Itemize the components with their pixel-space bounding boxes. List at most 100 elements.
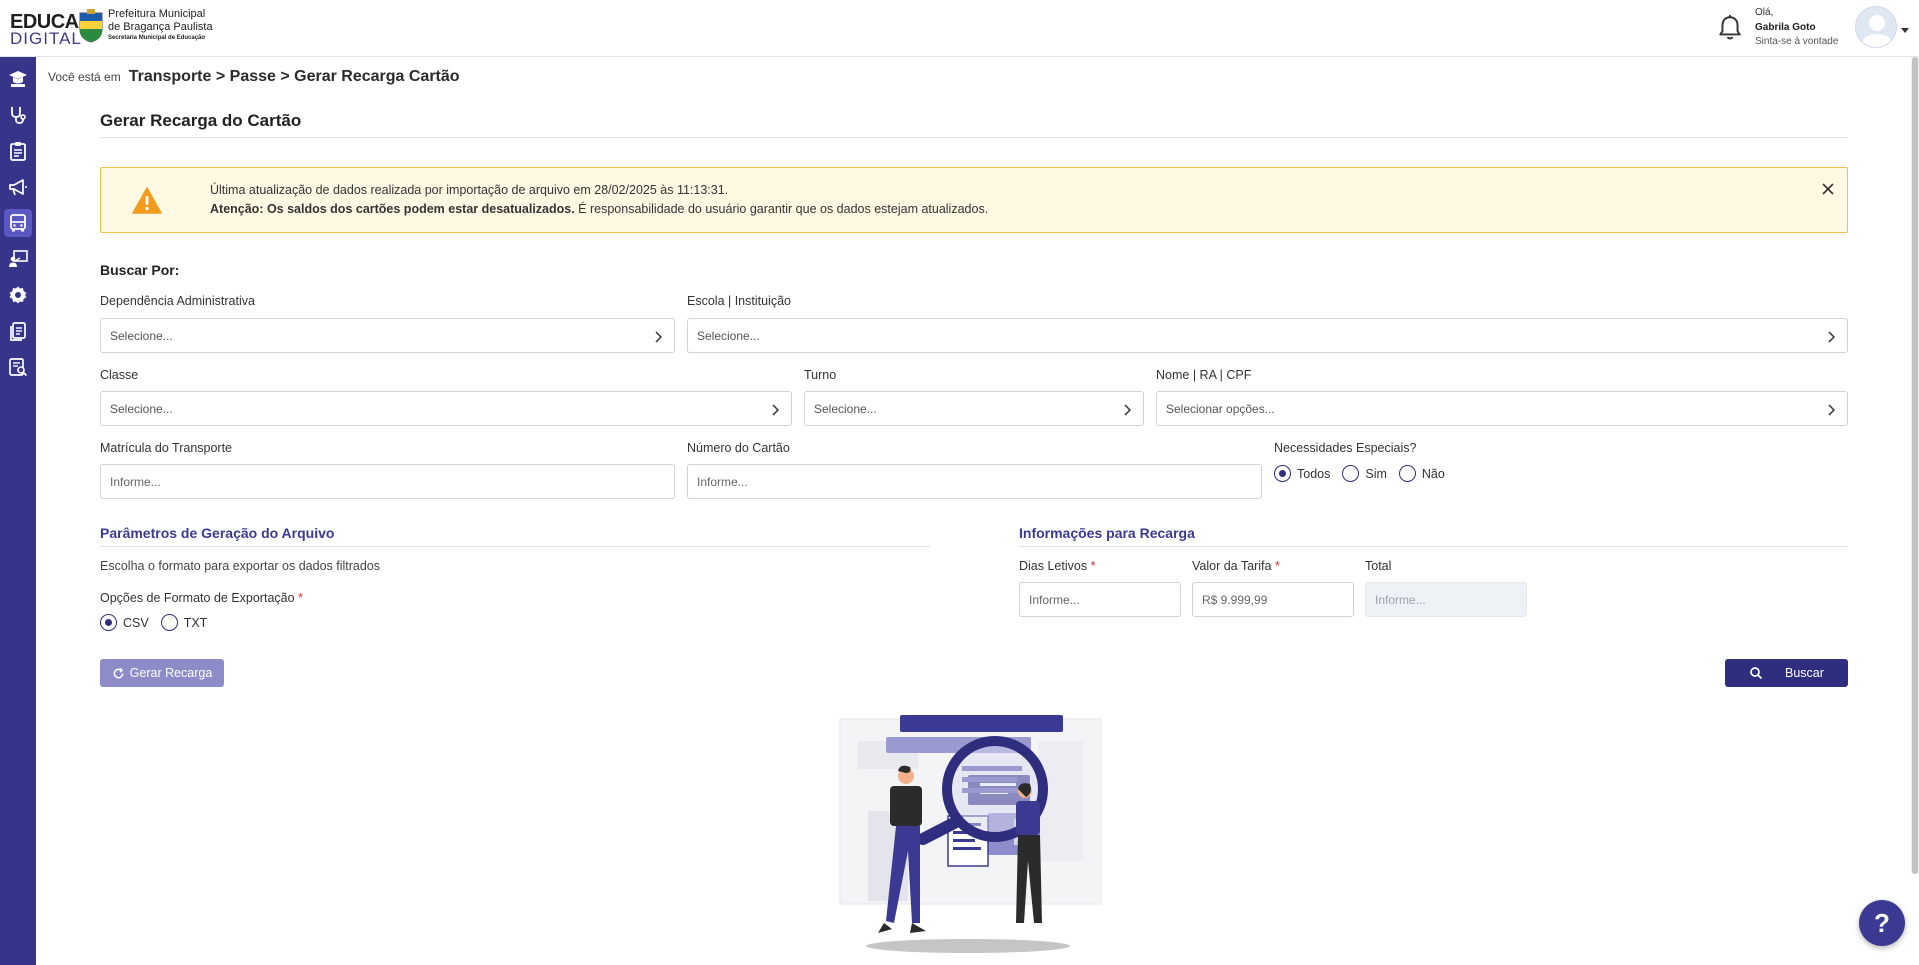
radio-empty-icon [1342,465,1360,482]
report-search-icon[interactable] [4,353,32,381]
chevron-right-icon [1828,404,1835,416]
bell-icon[interactable] [1717,14,1743,42]
update-alert: Última atualização de dados realizada po… [100,167,1848,233]
refresh-icon [113,667,124,678]
page-scrollbar[interactable] [1911,57,1919,874]
necessidades-nao-radio[interactable]: Não [1398,465,1445,482]
nome-placeholder: Selecionar opções... [1166,402,1275,416]
recarga-title: Informações para Recarga [1019,525,1195,541]
radio-selected-icon [100,614,117,631]
radio-label: Sim [1365,466,1387,481]
settings-icon[interactable] [4,281,32,309]
stethoscope-icon[interactable] [4,101,32,129]
search-heading: Buscar Por: [100,262,180,278]
radio-label: Todos [1297,466,1331,481]
format-label: Opções de Formato de Exportação * [100,591,303,605]
radio-label: TXT [183,615,208,630]
crest-icon [79,9,103,43]
required-mark: * [1090,559,1096,573]
breadcrumb-prefix: Você está em [48,70,121,84]
necessidades-label: Necessidades Especiais? [1274,441,1417,455]
classe-label: Classe [100,368,139,382]
help-label: ? [1874,907,1890,938]
escola-label: Escola | Instituição [687,294,791,308]
documents-icon[interactable] [4,317,32,345]
nome-select[interactable]: Selecionar opções... [1156,391,1848,426]
format-txt-radio[interactable]: TXT [160,614,208,631]
escola-select[interactable]: Selecione... [687,318,1848,353]
buscar-label: Buscar [1785,666,1824,680]
title-divider [100,137,1848,138]
gerar-recarga-label: Gerar Recarga [129,666,213,680]
dias-letivos-input[interactable]: Informe... [1019,582,1181,617]
help-button[interactable]: ? [1859,900,1905,946]
user-subtitle: Sinta-se à vontade [1755,36,1839,47]
org-line3: Secretaria Municipal de Educação [108,35,206,42]
total-label: Total [1365,559,1392,573]
search-icon [1750,667,1763,680]
breadcrumb-path[interactable]: Transporte > Passe > Gerar Recarga Cartã… [129,68,460,86]
required-mark: * [298,591,303,605]
alert-line2: Atenção: Os saldos dos cartões podem est… [210,202,988,216]
user-greeting[interactable]: Olá, Gabrila Goto Sinta-se à vontade [1755,6,1838,50]
dependencia-placeholder: Selecione... [110,329,173,343]
tarifa-placeholder: R$ 9.999,99 [1202,593,1268,607]
turno-select[interactable]: Selecione... [804,391,1144,426]
prefeitura-name: Prefeitura Municipal de Bragança Paulist… [108,8,213,43]
classe-placeholder: Selecione... [110,402,173,416]
clipboard-icon[interactable] [4,137,32,165]
logo-line2: DIGITAL [10,29,82,48]
student-icon[interactable] [4,65,32,93]
educa-digital-logo[interactable]: EDUCA DIGITAL [10,12,82,47]
avatar-icon[interactable] [1855,6,1897,48]
alert-line1: Última atualização de dados realizada po… [210,183,729,197]
params-divider [100,546,930,547]
gerar-recarga-button[interactable]: Gerar Recarga [100,659,224,687]
classe-select[interactable]: Selecione... [100,391,792,426]
radio-label: Não [1421,466,1445,481]
top-header: EDUCA DIGITAL Prefeitura Municipal de Br… [0,0,1919,57]
necessidades-todos-radio[interactable]: Todos [1274,465,1330,482]
chevron-right-icon [655,331,662,343]
org-line2: de Bragança Paulista [108,21,213,34]
radio-selected-icon [1274,465,1291,482]
warning-icon [132,187,162,214]
sidebar [0,57,36,965]
total-placeholder: Informe... [1375,593,1426,607]
scrollbar-thumb[interactable] [1912,57,1918,874]
dependencia-select[interactable]: Selecione... [100,318,675,353]
chevron-right-icon [772,404,779,416]
radio-label: CSV [123,615,149,630]
tarifa-label: Valor da Tarifa * [1192,559,1280,573]
dias-label-text: Dias Letivos [1019,559,1088,573]
tarifa-label-text: Valor da Tarifa [1192,559,1272,573]
necessidades-radio-group: Todos Sim Não [1274,465,1457,482]
total-input: Informe... [1365,582,1527,617]
user-name: Gabrila Goto [1755,21,1816,33]
numero-cartao-input[interactable]: Informe... [687,464,1262,499]
teacher-board-icon[interactable] [4,245,32,273]
alert-line2-bold: Atenção: Os saldos dos cartões podem est… [210,202,575,216]
necessidades-sim-radio[interactable]: Sim [1342,465,1387,482]
bus-icon[interactable] [4,209,32,237]
dias-placeholder: Informe... [1029,593,1080,607]
chevron-right-icon [1124,404,1131,416]
caret-down-icon[interactable] [1901,28,1909,33]
chevron-right-icon [1828,331,1835,343]
required-mark: * [1274,559,1280,573]
matricula-label: Matrícula do Transporte [100,441,233,455]
escola-placeholder: Selecione... [697,329,760,343]
valor-tarifa-input[interactable]: R$ 9.999,99 [1192,582,1354,617]
megaphone-icon[interactable] [4,173,32,201]
breadcrumb: Você está em Transporte > Passe > Gerar … [48,68,460,86]
params-title: Parâmetros de Geração do Arquivo [100,525,335,541]
matricula-input[interactable]: Informe... [100,464,675,499]
close-icon[interactable] [1817,178,1839,200]
buscar-button[interactable]: Buscar [1725,659,1848,687]
turno-label: Turno [804,368,837,382]
radio-empty-icon [160,614,178,631]
dependencia-label: Dependência Administrativa [100,294,255,308]
numero-cartao-placeholder: Informe... [697,475,748,489]
matricula-placeholder: Informe... [110,475,161,489]
format-csv-radio[interactable]: CSV [100,614,149,631]
